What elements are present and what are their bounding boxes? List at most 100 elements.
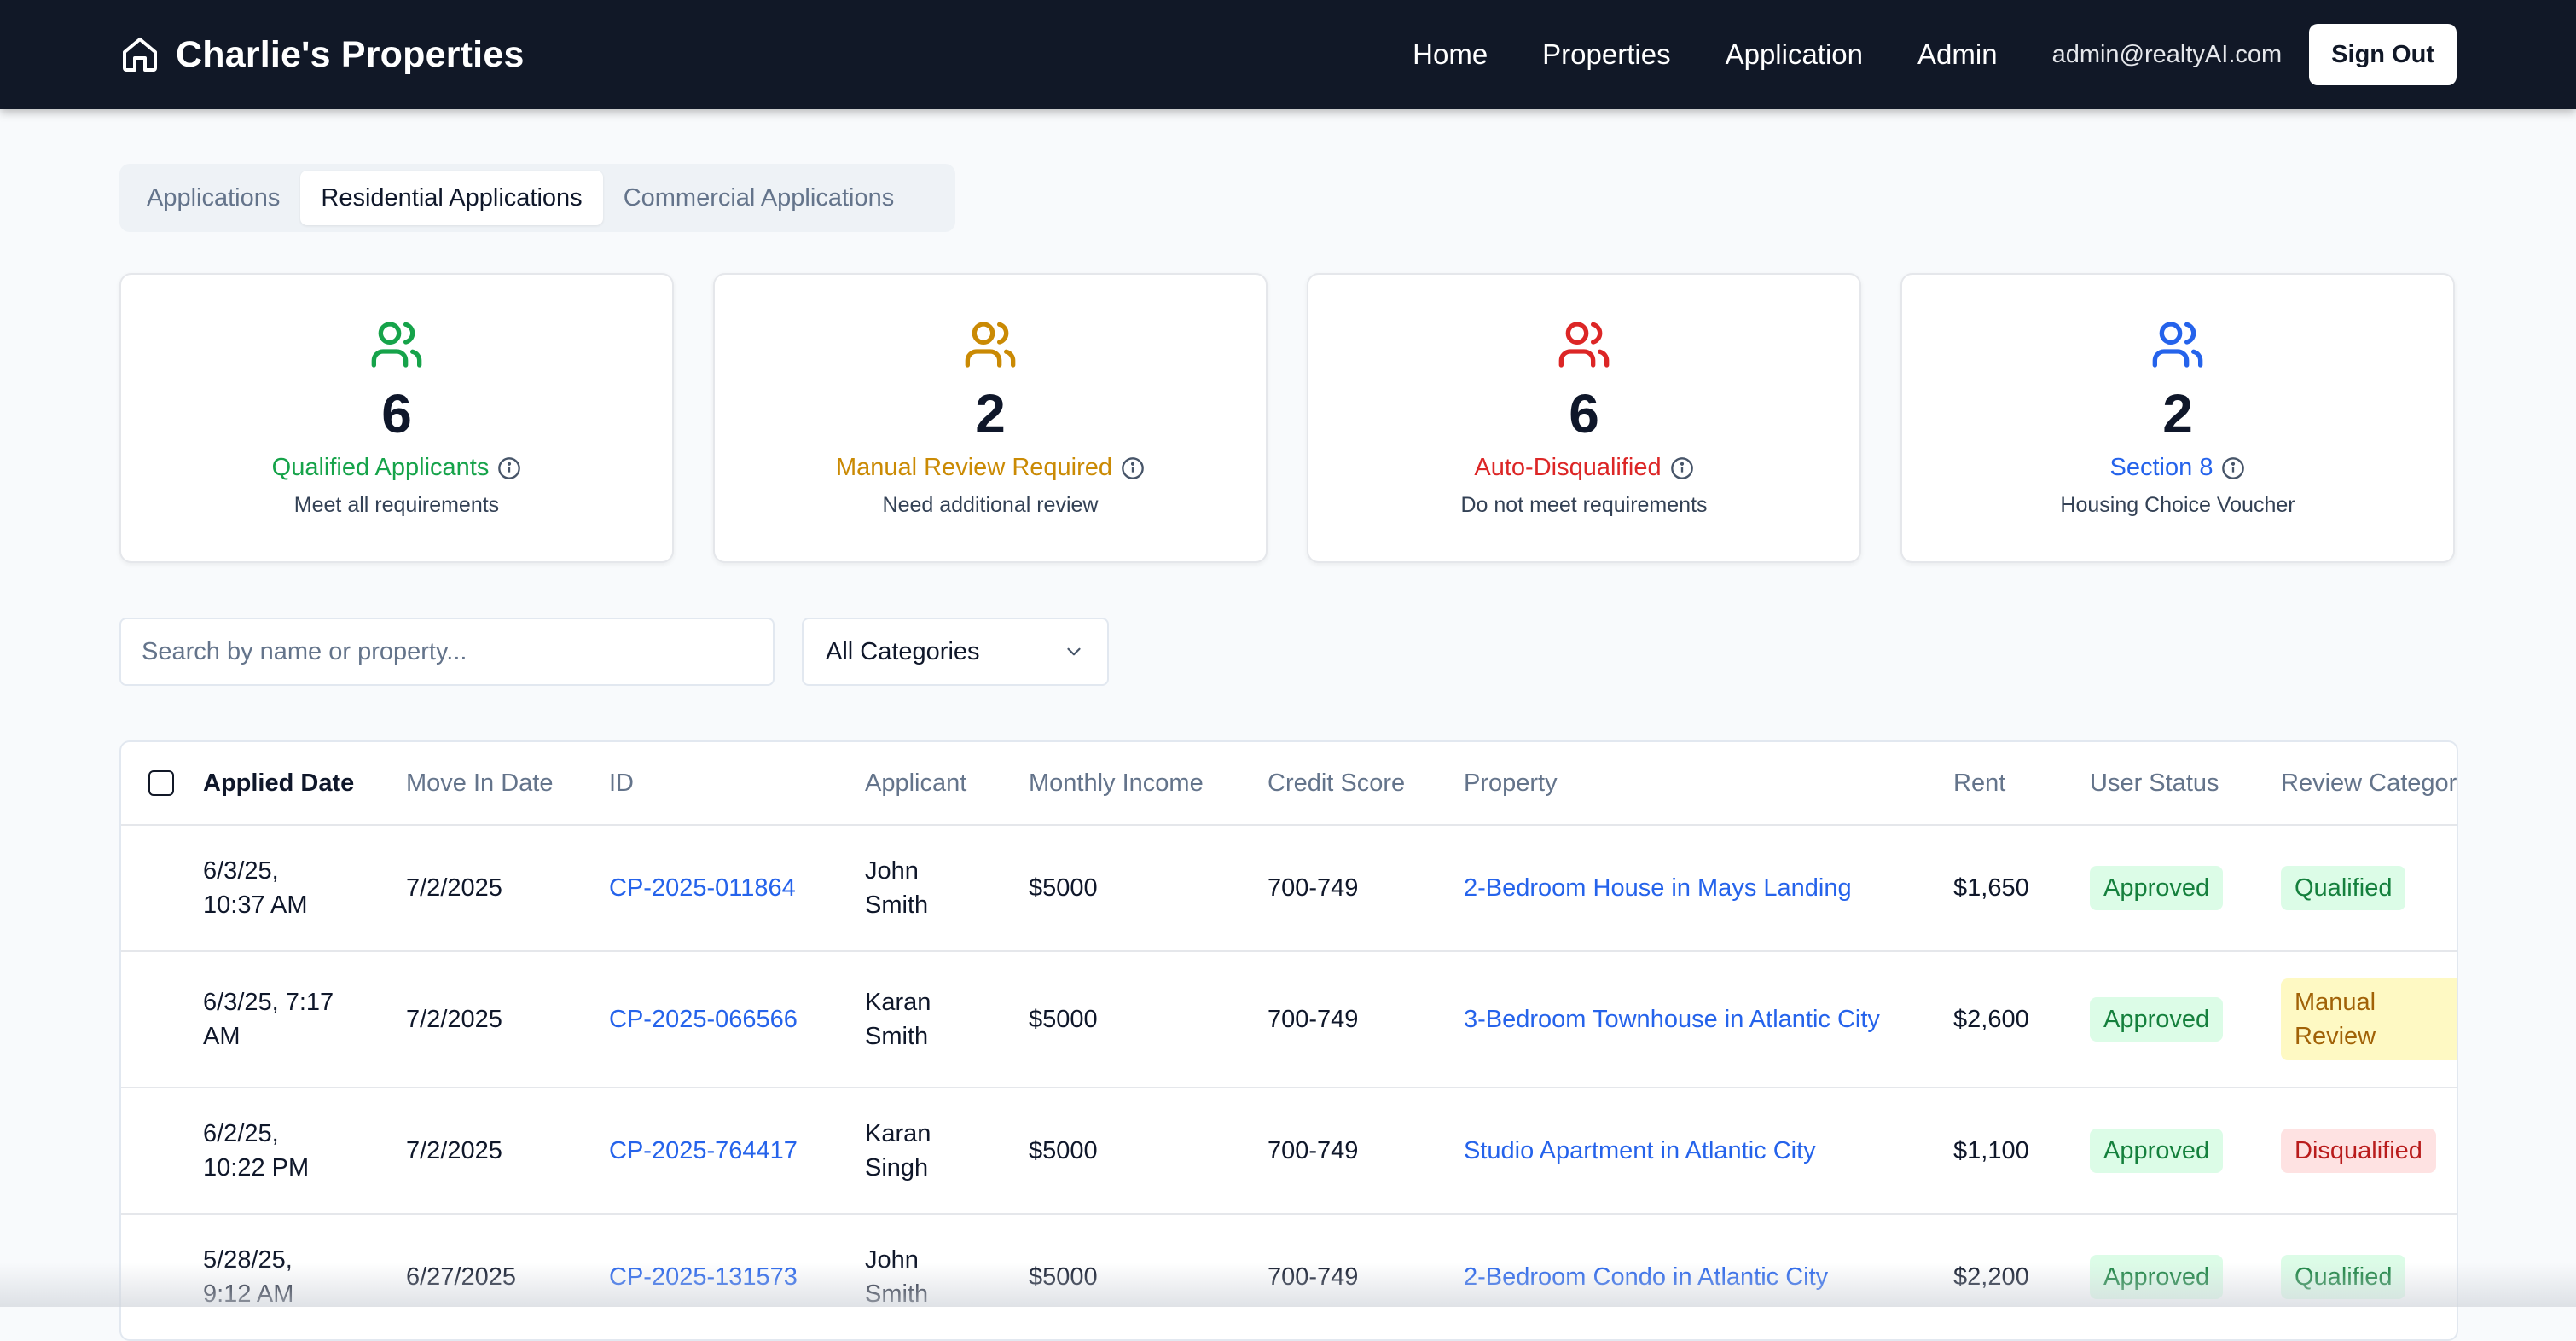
col-id[interactable]: ID xyxy=(609,742,865,825)
stat-card-section-8: 2 Section 8 Housing Choice Voucher xyxy=(1900,273,2455,563)
table-row[interactable]: 5/28/25, 9:12 AM 6/27/2025 CP-2025-13157… xyxy=(121,1214,2457,1339)
chevron-down-icon xyxy=(1067,647,1081,656)
application-id-link[interactable]: CP-2025-011864 xyxy=(609,874,796,902)
users-icon xyxy=(965,322,1016,368)
user-status-badge: Approved xyxy=(2090,997,2224,1042)
col-property[interactable]: Property xyxy=(1464,742,1953,825)
stat-description: Do not meet requirements xyxy=(1460,493,1708,517)
rent: $2,200 xyxy=(1953,1263,2029,1291)
col-review-category[interactable]: Review Category xyxy=(2281,742,2457,825)
users-icon xyxy=(371,322,422,368)
monthly-income: $5000 xyxy=(1029,874,1098,902)
row-select-cell xyxy=(121,951,203,1088)
home-icon xyxy=(123,38,157,72)
users-icon xyxy=(1558,322,1610,368)
property-link[interactable]: 2-Bedroom House in Mays Landing xyxy=(1464,874,1852,902)
select-all-cell xyxy=(121,742,203,825)
stat-label-row: Manual Review Required xyxy=(715,454,1266,482)
applications-table: Applied Date Move In Date ID Applicant M… xyxy=(119,740,2458,1341)
review-category-badge: Qualified xyxy=(2281,1255,2406,1299)
rent: $2,600 xyxy=(1953,1006,2029,1033)
col-move-in-date[interactable]: Move In Date xyxy=(406,742,609,825)
stat-label: Qualified Applicants xyxy=(271,454,490,481)
applicant-name: John Smith xyxy=(865,1246,929,1308)
user-status-badge: Approved xyxy=(2090,866,2224,910)
move-in-date: 7/2/2025 xyxy=(406,874,502,902)
nav-admin-link[interactable]: Admin xyxy=(1917,38,1998,71)
col-user-status[interactable]: User Status xyxy=(2090,742,2281,825)
move-in-date: 7/2/2025 xyxy=(406,1006,502,1033)
review-category-badge: Manual Review xyxy=(2281,978,2457,1060)
credit-score: 700-749 xyxy=(1268,1137,1359,1164)
main-nav: Home Properties Application Admin admin@… xyxy=(1413,24,2457,85)
stat-label-row: Section 8 xyxy=(1902,454,2453,482)
property-link[interactable]: 3-Bedroom Townhouse in Atlantic City xyxy=(1464,1006,1880,1033)
table-row[interactable]: 6/2/25, 10:22 PM 7/2/2025 CP-2025-764417… xyxy=(121,1088,2457,1214)
users-icon xyxy=(2152,322,2203,368)
row-select-cell xyxy=(121,1214,203,1339)
stat-card-qualified: 6 Qualified Applicants Meet all requirem… xyxy=(119,273,674,563)
brand-name: Charlie's Properties xyxy=(176,33,525,75)
category-select[interactable]: All Categories xyxy=(802,618,1109,686)
rent: $1,650 xyxy=(1953,874,2029,902)
col-credit-score[interactable]: Credit Score xyxy=(1268,742,1464,825)
property-link[interactable]: 2-Bedroom Condo in Atlantic City xyxy=(1464,1263,1828,1291)
stat-label: Manual Review Required xyxy=(836,454,1112,481)
info-icon[interactable] xyxy=(1670,456,1694,480)
monthly-income: $5000 xyxy=(1029,1263,1098,1291)
nav-application-link[interactable]: Application xyxy=(1726,38,1863,71)
search-input[interactable] xyxy=(119,618,775,686)
monthly-income: $5000 xyxy=(1029,1137,1098,1164)
application-id-link[interactable]: CP-2025-764417 xyxy=(609,1137,798,1164)
nav-home-link[interactable]: Home xyxy=(1413,38,1488,71)
tab-residential-applications[interactable]: Residential Applications xyxy=(300,171,603,225)
info-icon[interactable] xyxy=(497,456,521,480)
credit-score: 700-749 xyxy=(1268,1263,1359,1291)
tab-commercial-applications[interactable]: Commercial Applications xyxy=(603,171,915,225)
stat-card-auto-disqualified: 6 Auto-Disqualified Do not meet requirem… xyxy=(1307,273,1861,563)
sign-out-button[interactable]: Sign Out xyxy=(2309,24,2457,85)
applied-date: 6/2/25, 10:22 PM xyxy=(203,1120,310,1181)
user-status-badge: Approved xyxy=(2090,1129,2224,1173)
stat-label: Auto-Disqualified xyxy=(1474,454,1662,481)
stat-count: 6 xyxy=(381,383,412,444)
col-applied-date[interactable]: Applied Date xyxy=(203,742,406,825)
info-icon[interactable] xyxy=(1121,456,1145,480)
stat-label-row: Auto-Disqualified xyxy=(1308,454,1859,482)
applied-date: 5/28/25, 9:12 AM xyxy=(203,1246,294,1308)
table-row[interactable]: 6/3/25, 7:17 AM 7/2/2025 CP-2025-066566 … xyxy=(121,951,2457,1088)
application-id-link[interactable]: CP-2025-131573 xyxy=(609,1263,798,1291)
col-monthly-income[interactable]: Monthly Income xyxy=(1029,742,1268,825)
credit-score: 700-749 xyxy=(1268,874,1359,902)
applicant-name: John Smith xyxy=(865,857,929,919)
stat-description: Meet all requirements xyxy=(293,493,500,517)
application-id-link[interactable]: CP-2025-066566 xyxy=(609,1006,798,1033)
stat-label: Section 8 xyxy=(2109,454,2213,481)
table-row[interactable]: 6/3/25, 10:37 AM 7/2/2025 CP-2025-011864… xyxy=(121,825,2457,951)
stat-label-row: Qualified Applicants xyxy=(121,454,672,482)
rent: $1,100 xyxy=(1953,1137,2029,1164)
applicant-name: Karan Smith xyxy=(865,989,931,1050)
stat-cards: 6 Qualified Applicants Meet all requirem… xyxy=(119,273,2455,563)
top-navbar: Charlie's Properties Home Properties App… xyxy=(0,0,2576,109)
col-rent[interactable]: Rent xyxy=(1953,742,2090,825)
col-applicant[interactable]: Applicant xyxy=(865,742,1029,825)
stat-count: 6 xyxy=(1569,383,1599,444)
info-icon[interactable] xyxy=(2221,456,2245,480)
tab-applications[interactable]: Applications xyxy=(126,171,300,225)
applicant-name: Karan Singh xyxy=(865,1120,931,1181)
stat-description: Housing Choice Voucher xyxy=(2060,493,2295,517)
review-category-badge: Disqualified xyxy=(2281,1129,2436,1173)
select-all-checkbox[interactable] xyxy=(148,770,174,796)
monthly-income: $5000 xyxy=(1029,1006,1098,1033)
move-in-date: 6/27/2025 xyxy=(406,1263,517,1291)
review-category-badge: Qualified xyxy=(2281,866,2406,910)
nav-properties-link[interactable]: Properties xyxy=(1542,38,1670,71)
stat-description: Need additional review xyxy=(882,493,1099,517)
applied-date: 6/3/25, 7:17 AM xyxy=(203,989,334,1050)
stat-count: 2 xyxy=(2162,383,2193,444)
property-link[interactable]: Studio Apartment in Atlantic City xyxy=(1464,1137,1816,1164)
brand[interactable]: Charlie's Properties xyxy=(119,29,525,80)
move-in-date: 7/2/2025 xyxy=(406,1137,502,1164)
application-tabs: Applications Residential Applications Co… xyxy=(119,164,955,232)
